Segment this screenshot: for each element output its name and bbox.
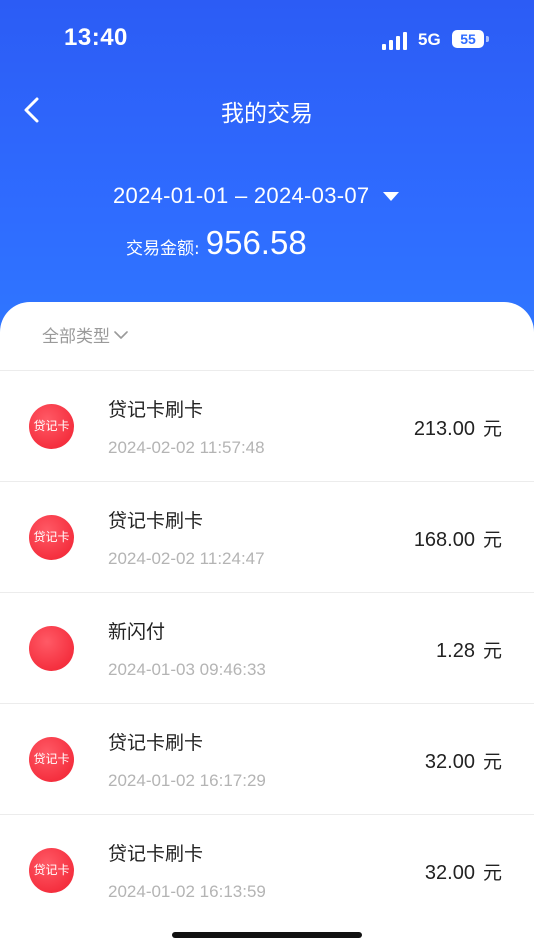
transaction-row[interactable]: 贷记卡 贷记卡刷卡 2024-01-02 16:13:59 32.00 元 [0,814,534,925]
transaction-amount: 32.00 元 [425,747,502,774]
transaction-row[interactable]: 新闪付 2024-01-03 09:46:33 1.28 元 [0,592,534,703]
transaction-amount: 168.00 元 [414,525,502,552]
transaction-time: 2024-02-02 11:24:47 [108,549,265,568]
transaction-name: 贷记卡刷卡 [108,399,204,421]
date-range-selector[interactable]: 2024-01-01 – 2024-03-07 [113,181,400,211]
card-type-icon: 贷记卡 [29,848,74,893]
transaction-time: 2024-01-02 16:13:59 [108,882,266,901]
page-title: 我的交易 [221,101,313,127]
signal-icon [382,30,410,50]
transaction-row[interactable]: 贷记卡 贷记卡刷卡 2024-02-02 11:57:48 213.00 元 [0,370,534,481]
transaction-amount: 32.00 元 [425,858,502,885]
transaction-time: 2024-01-02 16:17:29 [108,771,266,790]
transaction-time: 2024-02-02 11:57:48 [108,438,265,457]
amount-number: 32.00 [424,862,475,884]
battery-icon: 55 [452,30,484,48]
transaction-name: 新闪付 [108,621,166,643]
amount-unit: 元 [482,418,502,440]
amount-unit: 元 [482,529,502,551]
amount-unit: 元 [482,862,502,884]
dropdown-caret-icon [383,191,400,201]
total-amount: 交易金额: 956.58 [126,224,307,262]
amount-value: 956.58 [205,224,307,261]
transaction-amount: 1.28 元 [436,636,502,663]
transaction-list: 贷记卡 贷记卡刷卡 2024-02-02 11:57:48 213.00 元 贷记… [0,370,534,925]
amount-number: 32.00 [424,751,475,773]
transaction-row[interactable]: 贷记卡 贷记卡刷卡 2024-02-02 11:24:47 168.00 元 [0,481,534,592]
amount-unit: 元 [482,640,502,662]
transaction-name: 贷记卡刷卡 [108,843,204,865]
card-type-icon: 贷记卡 [29,737,74,782]
card-type-icon: 贷记卡 [29,515,74,560]
type-filter-dropdown[interactable]: 全部类型 [42,322,128,347]
quickpass-icon [29,626,74,671]
card-type-icon: 贷记卡 [29,404,74,449]
home-indicator [172,932,362,938]
amount-unit: 元 [482,751,502,773]
amount-number: 168.00 [413,529,475,551]
transaction-row[interactable]: 贷记卡 贷记卡刷卡 2024-01-02 16:17:29 32.00 元 [0,703,534,814]
date-range-text: 2024-01-01 – 2024-03-07 [113,183,370,208]
amount-number: 1.28 [436,640,475,662]
transaction-name: 贷记卡刷卡 [108,510,204,532]
transaction-amount: 213.00 元 [414,414,502,441]
amount-label: 交易金额: [126,239,200,259]
status-time: 13:40 [64,24,128,51]
filter-label: 全部类型 [42,327,110,347]
battery-tip [486,36,489,42]
amount-number: 213.00 [413,418,475,440]
transaction-name: 贷记卡刷卡 [108,732,204,754]
transaction-time: 2024-01-03 09:46:33 [108,660,266,679]
network-label: 5G [418,30,441,49]
chevron-down-icon [114,330,128,339]
